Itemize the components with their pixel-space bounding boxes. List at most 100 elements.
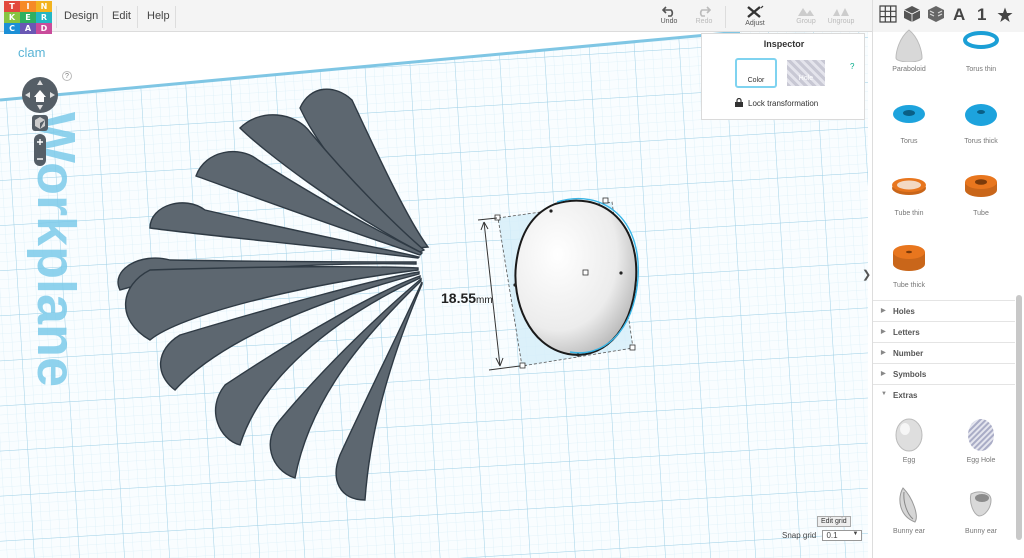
- adjust-button[interactable]: Adjust: [737, 5, 773, 27]
- tube-icon: [965, 175, 997, 197]
- handle-dot: [549, 209, 553, 213]
- shape-tube[interactable]: Tube: [945, 172, 1017, 217]
- redo-button[interactable]: Redo: [686, 5, 722, 25]
- menu-help[interactable]: Help: [147, 10, 170, 22]
- caret-right-icon: ▶: [881, 371, 886, 377]
- category-label: Letters: [893, 328, 920, 337]
- ungroup-button[interactable]: Ungroup: [823, 5, 859, 25]
- resize-handle[interactable]: [602, 197, 609, 204]
- hole-button[interactable]: Hole: [787, 60, 825, 86]
- category-label: Symbols: [893, 370, 927, 379]
- egg-shape[interactable]: [514, 199, 638, 356]
- undo-button[interactable]: Undo: [651, 5, 687, 25]
- torus-icon: [893, 105, 925, 123]
- expand-sidebar-toggle[interactable]: ❯: [862, 268, 872, 288]
- inspector-help-icon[interactable]: ?: [850, 62, 854, 71]
- menu-design[interactable]: Design: [64, 10, 98, 22]
- lock-icon: [735, 97, 743, 107]
- category-label: Holes: [893, 307, 915, 316]
- snap-grid-control: Snap grid 0.1 ▼: [782, 530, 863, 541]
- undo-icon: [662, 6, 674, 17]
- logo-letter: C: [4, 23, 20, 34]
- divider: [137, 6, 138, 28]
- shape-paraboloid[interactable]: Paraboloid: [873, 28, 945, 73]
- redo-label: Redo: [695, 18, 713, 25]
- textured-cube-icon[interactable]: [927, 5, 945, 23]
- tinkercad-logo[interactable]: T I N K E R C A D: [4, 1, 52, 35]
- undo-label: Undo: [660, 18, 678, 25]
- egg-hole-icon: [968, 419, 994, 451]
- lock-transformation-toggle[interactable]: Lock transformation: [735, 97, 818, 108]
- category-extras[interactable]: ▼ Extras: [873, 384, 1015, 405]
- document-title[interactable]: clam: [18, 45, 45, 60]
- shapes-sidebar: A 1 Paraboloid Torus thin Torus Torus th…: [872, 0, 1024, 558]
- shape-label: Bunny ear: [893, 528, 925, 535]
- handle-dot: [576, 353, 580, 357]
- group-button[interactable]: Group: [788, 5, 824, 25]
- resize-handle[interactable]: [519, 362, 526, 369]
- shape-egg[interactable]: Egg: [873, 415, 945, 464]
- shape-torus[interactable]: Torus: [873, 100, 945, 145]
- handle-dot: [513, 283, 517, 287]
- logo-letter: A: [20, 23, 36, 34]
- shape-torus-thin[interactable]: Torus thin: [945, 28, 1017, 73]
- color-button[interactable]: Color: [735, 58, 777, 88]
- shape-label: Egg Hole: [966, 457, 996, 464]
- center-handle[interactable]: [582, 269, 589, 276]
- chevron-right-icon: ❯: [862, 269, 872, 281]
- caret-right-icon: ▶: [881, 350, 886, 356]
- shape-label: Torus: [900, 138, 918, 145]
- category-label: Number: [893, 349, 924, 358]
- letter-a-icon[interactable]: A: [953, 5, 965, 25]
- egg-icon: [895, 418, 923, 452]
- dimension-readout[interactable]: 18.55mm: [441, 290, 493, 308]
- ungroup-label: Ungroup: [827, 18, 855, 25]
- bunny-ear-icon: [970, 491, 992, 517]
- divider: [725, 6, 726, 28]
- group-label: Group: [796, 18, 816, 25]
- menu-edit[interactable]: Edit: [112, 10, 131, 22]
- category-number[interactable]: ▶ Number: [873, 342, 1015, 363]
- category-symbols[interactable]: ▶ Symbols: [873, 363, 1015, 384]
- logo-letter: D: [36, 23, 52, 34]
- resize-handle[interactable]: [629, 344, 636, 351]
- grid-view-icon[interactable]: [879, 5, 897, 23]
- edit-grid-button[interactable]: Edit grid: [817, 516, 851, 527]
- shape-tube-thin[interactable]: Tube thin: [873, 172, 945, 217]
- sidebar-scrollbar[interactable]: [1016, 295, 1022, 540]
- caret-right-icon: ▶: [881, 308, 886, 314]
- dimension-value[interactable]: 18.55: [441, 290, 476, 306]
- logo-letter: N: [36, 1, 52, 12]
- shape-label: Torus thin: [965, 66, 997, 73]
- view-navigation: ?: [20, 71, 72, 180]
- shape-bunny-ear-1[interactable]: Bunny ear: [873, 486, 945, 535]
- help-icon[interactable]: ?: [62, 71, 72, 81]
- dimension-unit: mm: [476, 295, 493, 306]
- number-1-icon[interactable]: 1: [977, 5, 986, 25]
- category-letters[interactable]: ▶ Letters: [873, 321, 1015, 342]
- shape-label: Bunny ear: [965, 528, 997, 535]
- star-icon[interactable]: [997, 7, 1013, 23]
- logo-letter: T: [4, 1, 20, 12]
- shape-egg-hole[interactable]: Egg Hole: [945, 415, 1017, 464]
- snap-grid-select[interactable]: 0.1 ▼: [822, 530, 863, 541]
- shape-label: Tube thin: [894, 210, 924, 217]
- inspector-title: Inspector: [763, 39, 805, 49]
- shape-bunny-ear-2[interactable]: Bunny ear: [945, 486, 1017, 535]
- caret-down-icon: ▼: [881, 391, 887, 397]
- divider: [175, 6, 176, 28]
- redo-icon: [699, 6, 711, 17]
- category-holes[interactable]: ▶ Holes: [873, 300, 1015, 321]
- shape-torus-thick[interactable]: Torus thick: [945, 100, 1017, 145]
- logo-letter: I: [20, 1, 36, 12]
- torus-thin-icon: [963, 31, 999, 49]
- shape-tube-thick[interactable]: Tube thick: [873, 244, 945, 289]
- cube-icon[interactable]: [903, 5, 921, 23]
- resize-handle[interactable]: [494, 214, 501, 221]
- logo-letter: K: [4, 12, 20, 23]
- tube-thick-icon: [893, 245, 925, 271]
- tube-thin-icon: [892, 178, 926, 195]
- snap-grid-label: Snap grid: [782, 531, 817, 540]
- bunny-ear-icon: [899, 487, 917, 523]
- handle-dot: [619, 271, 623, 275]
